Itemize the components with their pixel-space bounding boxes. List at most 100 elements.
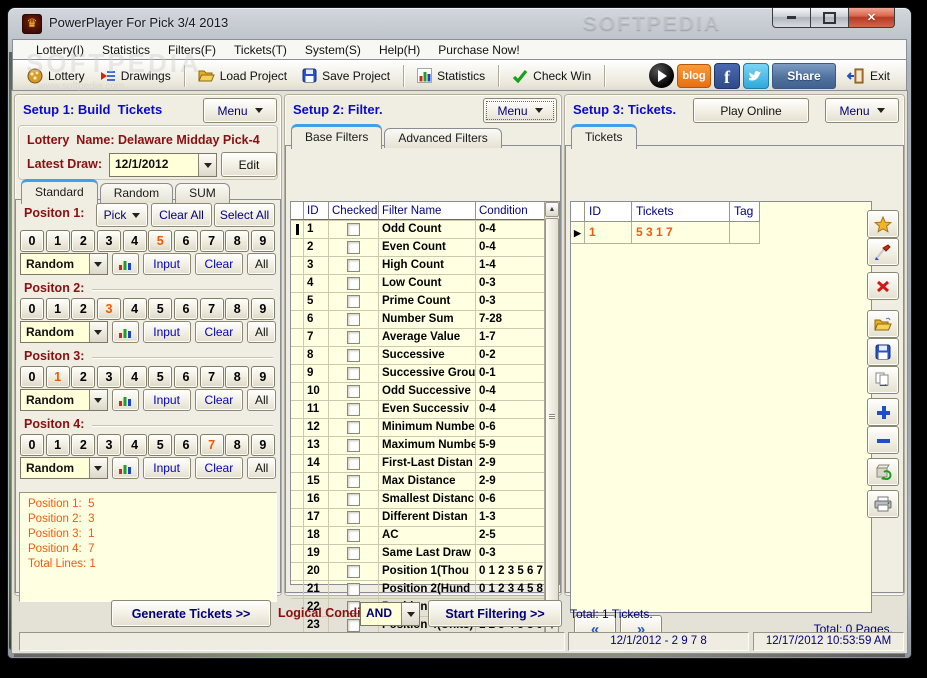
menu-item[interactable]: Lottery(I) [27,41,93,59]
position4-mode-select[interactable]: Random [20,457,108,479]
filter-row[interactable]: 7 Average Value 1-7 [291,329,559,347]
digit-button-1[interactable]: 1 [45,434,70,456]
menu-item[interactable]: System(S) [296,41,370,59]
filter-row[interactable]: 2 Even Count 0-4 [291,239,559,257]
print-button[interactable] [867,490,899,518]
digit-button-6[interactable]: 6 [173,298,198,320]
digit-button-6[interactable]: 6 [173,434,198,456]
logical-condition-select[interactable]: AND [360,602,420,626]
minimize-button[interactable] [772,8,811,28]
filter-row[interactable]: 1 Odd Count 0-4 [291,221,559,239]
filter-checkbox[interactable] [347,475,360,488]
filter-row[interactable]: 8 Successive 0-2 [291,347,559,365]
filter-checkbox[interactable] [347,367,360,380]
position1-chart-button[interactable] [111,253,139,275]
position2-all-button[interactable]: All [247,321,276,343]
remove-row-button[interactable] [867,426,899,454]
save-project-button[interactable]: Save Project [296,65,396,86]
digit-button-5[interactable]: 5 [148,434,173,456]
digit-button-3[interactable]: 3 [96,434,121,456]
digit-button-2[interactable]: 2 [71,298,96,320]
filter-checkbox[interactable] [347,295,360,308]
filter-row[interactable]: 4 Low Count 0-3 [291,275,559,293]
digit-button-2[interactable]: 2 [71,230,96,252]
digit-button-8[interactable]: 8 [225,366,250,388]
load-project-button[interactable]: Load Project [192,65,293,86]
menu-item[interactable]: Tickets(T) [225,41,296,59]
filter-row[interactable]: 16 Smallest Distanc 0-6 [291,491,559,509]
menu-item[interactable]: Purchase Now! [429,41,528,59]
filter-row[interactable]: 13 Maximum Numbe 5-9 [291,437,559,455]
pick-button[interactable]: Pick [96,203,148,227]
setup1-menu-button[interactable]: Menu [203,98,277,123]
exit-button[interactable]: Exit [839,66,898,86]
position2-chart-button[interactable] [111,321,139,343]
copy-button[interactable] [867,366,899,394]
latest-draw-select[interactable]: 12/1/2012 [109,153,217,177]
position1-all-button[interactable]: All [247,253,276,275]
scrollbar-thumb[interactable] [545,218,559,616]
digit-button-3[interactable]: 3 [96,298,121,320]
tab-tickets[interactable]: Tickets [571,124,637,149]
digit-button-9[interactable]: 9 [250,366,275,388]
filter-checkbox[interactable] [347,583,360,596]
digit-button-4[interactable]: 4 [122,230,147,252]
position1-mode-select[interactable]: Random [20,253,108,275]
filter-row[interactable]: 14 First-Last Distan 2-9 [291,455,559,473]
filter-row[interactable]: 15 Max Distance 2-9 [291,473,559,491]
digit-button-7[interactable]: 7 [199,366,224,388]
filter-row[interactable]: 9 Successive Grou 0-1 [291,365,559,383]
filter-row[interactable]: 18 AC 2-5 [291,527,559,545]
digit-button-8[interactable]: 8 [225,230,250,252]
close-button[interactable]: ✕ [848,8,895,28]
filter-row[interactable]: 17 Different Distan 1-3 [291,509,559,527]
share-button[interactable]: Share [771,62,836,89]
digit-button-7[interactable]: 7 [199,298,224,320]
filter-row[interactable]: 10 Odd Successive 0-4 [291,383,559,401]
chevron-down-icon[interactable] [198,154,216,176]
vertical-scrollbar[interactable]: ▲ ▼ [544,202,559,635]
digit-button-1[interactable]: 1 [45,298,70,320]
filter-checkbox[interactable] [347,241,360,254]
chevron-down-icon[interactable] [88,390,107,410]
add-row-button[interactable] [867,398,899,426]
filter-checkbox[interactable] [347,331,360,344]
position3-clear-button[interactable]: Clear [194,389,244,411]
filter-checkbox[interactable] [347,349,360,362]
filter-row[interactable]: 21 Position 2(Hund 0 1 2 3 4 5 8 [291,581,559,599]
digit-button-0[interactable]: 0 [20,434,44,456]
position3-chart-button[interactable] [111,389,139,411]
filter-row[interactable]: 11 Even Successiv 0-4 [291,401,559,419]
position1-input-button[interactable]: Input [142,253,191,275]
filter-checkbox[interactable] [347,421,360,434]
filter-row[interactable]: 12 Minimum Numbe 0-6 [291,419,559,437]
digit-button-9[interactable]: 9 [250,298,275,320]
clear-all-button[interactable]: Clear All [151,203,212,227]
title-bar[interactable]: ♛ PowerPlayer For Pick 3/4 2013 SOFTPEDI… [8,8,911,38]
menu-item[interactable]: Help(H) [370,41,429,59]
digit-button-7[interactable]: 7 [199,230,224,252]
filter-checkbox[interactable] [347,277,360,290]
play-online-button[interactable]: Play Online [693,98,809,123]
generate-tickets-button[interactable]: Generate Tickets >> [111,600,271,627]
digit-button-2[interactable]: 2 [71,434,96,456]
save-button[interactable] [867,338,899,366]
menu-item[interactable]: Statistics [93,41,159,59]
filter-checkbox[interactable] [347,565,360,578]
digit-button-4[interactable]: 4 [122,298,147,320]
filter-row[interactable]: 20 Position 1(Thou 0 1 2 3 5 6 7 [291,563,559,581]
ticket-row[interactable]: 1 5 3 1 7 [571,222,871,244]
tab-advanced-filters[interactable]: Advanced Filters [384,128,502,148]
blog-button[interactable]: blog [676,63,711,88]
open-button[interactable] [867,310,899,338]
digit-button-8[interactable]: 8 [225,434,250,456]
position2-clear-button[interactable]: Clear [194,321,244,343]
digit-button-3[interactable]: 3 [96,366,121,388]
digit-button-0[interactable]: 0 [20,298,44,320]
setup3-menu-button[interactable]: Menu [825,98,899,123]
position4-input-button[interactable]: Input [142,457,191,479]
filter-checkbox[interactable] [347,223,360,236]
position2-mode-select[interactable]: Random [20,321,108,343]
digit-button-5[interactable]: 5 [148,230,173,252]
digit-button-9[interactable]: 9 [250,434,275,456]
